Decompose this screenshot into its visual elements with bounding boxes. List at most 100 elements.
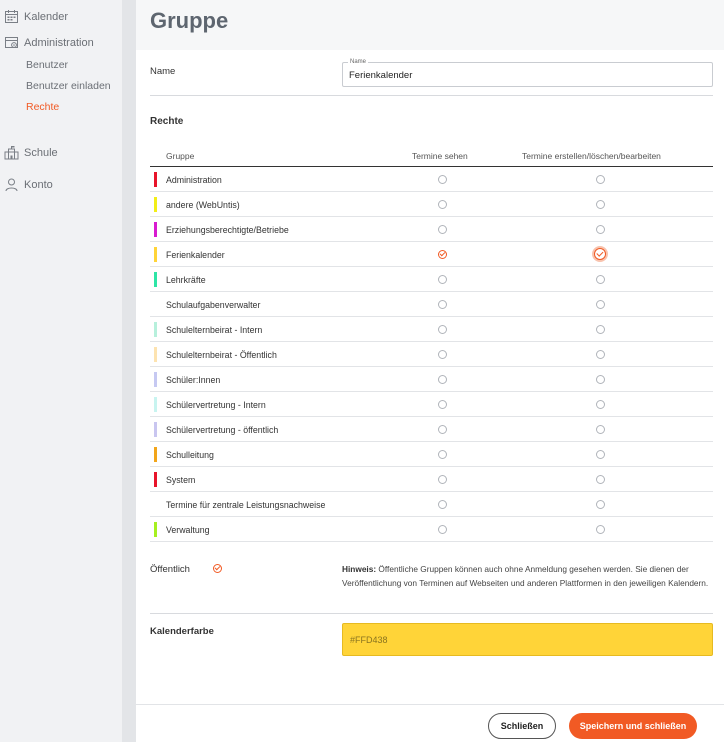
divider xyxy=(150,613,713,614)
sidebar-label-school: Schule xyxy=(24,146,58,159)
edit-events-checkbox[interactable] xyxy=(596,175,605,184)
hint-text: Öffentliche Gruppen können auch ohne Anm… xyxy=(342,564,709,588)
group-name: Schulelternbeirat - Intern xyxy=(166,325,263,335)
table-row: Schülervertretung - öffentlich xyxy=(150,417,713,442)
group-color-bar xyxy=(154,272,157,287)
edit-events-checkbox[interactable] xyxy=(596,375,605,384)
see-events-checkbox[interactable] xyxy=(438,500,447,509)
divider xyxy=(150,95,713,96)
group-name: Schülervertretung - öffentlich xyxy=(166,425,279,435)
edit-events-checkbox[interactable] xyxy=(596,350,605,359)
hint-bold: Hinweis: xyxy=(342,564,377,574)
see-events-checkbox[interactable] xyxy=(438,275,447,284)
group-name: Schüler:Innen xyxy=(166,375,221,385)
group-name: Administration xyxy=(166,175,222,185)
group-name: Termine für zentrale Leistungsnachweise xyxy=(166,500,326,510)
sidebar-item-account[interactable]: Konto xyxy=(4,177,53,192)
column-header-group: Gruppe xyxy=(166,151,195,161)
name-input[interactable]: Name Ferienkalender xyxy=(342,59,713,87)
sidebar-label-administration: Administration xyxy=(24,36,94,49)
sidebar-item-school[interactable]: Schule xyxy=(4,145,58,160)
table-row: Schulleitung xyxy=(150,442,713,467)
name-input-value[interactable]: Ferienkalender xyxy=(349,70,412,81)
see-events-checkbox[interactable] xyxy=(438,175,447,184)
table-row: Schulaufgabenverwalter xyxy=(150,292,713,317)
administration-icon xyxy=(4,35,19,50)
group-color-bar xyxy=(154,347,157,362)
school-icon xyxy=(4,145,19,160)
see-events-checkbox[interactable] xyxy=(438,475,447,484)
see-events-checkbox[interactable] xyxy=(438,425,447,434)
table-row: Ferienkalender xyxy=(150,242,713,267)
see-events-checkbox[interactable] xyxy=(438,350,447,359)
table-row: Schülervertretung - Intern xyxy=(150,392,713,417)
close-button[interactable]: Schließen xyxy=(488,713,556,739)
see-events-checkbox[interactable] xyxy=(438,325,447,334)
sidebar-item-rights[interactable]: Rechte xyxy=(26,101,59,113)
see-events-checkbox[interactable] xyxy=(438,200,447,209)
group-name: Ferienkalender xyxy=(166,250,225,260)
sidebar-item-administration[interactable]: Administration xyxy=(4,35,94,50)
group-color-bar xyxy=(154,197,157,212)
footer-divider xyxy=(136,704,724,705)
group-color-bar xyxy=(154,322,157,337)
public-checkbox[interactable] xyxy=(213,564,222,573)
group-form: Name Name Ferienkalender Rechte Gruppe T… xyxy=(136,50,724,742)
name-input-floating-label: Name xyxy=(348,59,369,65)
edit-events-checkbox[interactable] xyxy=(596,450,605,459)
group-color-bar xyxy=(154,447,157,462)
group-color-bar xyxy=(154,397,157,412)
edit-events-checkbox[interactable] xyxy=(596,200,605,209)
table-row: Schüler:Innen xyxy=(150,367,713,392)
table-row: Verwaltung xyxy=(150,517,713,542)
name-label: Name xyxy=(150,66,176,77)
page-header: Gruppe xyxy=(136,0,724,50)
see-events-checkbox[interactable] xyxy=(438,300,447,309)
save-and-close-button[interactable]: Speichern und schließen xyxy=(569,713,697,739)
group-name: System xyxy=(166,475,196,485)
edit-events-checkbox[interactable] xyxy=(596,400,605,409)
see-events-checkbox[interactable] xyxy=(438,250,447,259)
group-color-bar xyxy=(154,522,157,537)
table-row: andere (WebUntis) xyxy=(150,192,713,217)
see-events-checkbox[interactable] xyxy=(438,225,447,234)
sidebar-item-users[interactable]: Benutzer xyxy=(26,59,68,71)
group-name: Schulaufgabenverwalter xyxy=(166,300,261,310)
table-row: Termine für zentrale Leistungsnachweise xyxy=(150,492,713,517)
table-row: Erziehungsberechtigte/Betriebe xyxy=(150,217,713,242)
see-events-checkbox[interactable] xyxy=(438,450,447,459)
edit-events-checkbox[interactable] xyxy=(596,225,605,234)
see-events-checkbox[interactable] xyxy=(438,375,447,384)
user-icon xyxy=(4,177,19,192)
group-name: Schulleitung xyxy=(166,450,214,460)
edit-events-checkbox[interactable] xyxy=(596,525,605,534)
group-color-bar xyxy=(154,222,157,237)
edit-events-checkbox[interactable] xyxy=(596,500,605,509)
group-color-bar xyxy=(154,172,157,187)
edit-events-checkbox[interactable] xyxy=(596,275,605,284)
sidebar: Kalender Administration Benutzer Benutze… xyxy=(0,0,122,742)
calendar-icon xyxy=(4,9,19,24)
edit-events-checkbox[interactable] xyxy=(596,325,605,334)
sidebar-label-account: Konto xyxy=(24,178,53,191)
edit-events-checkbox[interactable] xyxy=(596,425,605,434)
edit-events-checkbox[interactable] xyxy=(596,300,605,309)
content-gutter xyxy=(122,0,136,742)
public-hint: Hinweis: Öffentliche Gruppen können auch… xyxy=(342,562,717,590)
group-color-bar xyxy=(154,422,157,437)
calendar-color-value[interactable]: #FFD438 xyxy=(350,635,388,645)
group-name: Schülervertretung - Intern xyxy=(166,400,266,410)
edit-events-checkbox[interactable] xyxy=(596,475,605,484)
table-row: Administration xyxy=(150,167,713,192)
table-row: System xyxy=(150,467,713,492)
sidebar-item-calendar[interactable]: Kalender xyxy=(4,9,68,24)
group-name: andere (WebUntis) xyxy=(166,200,240,210)
see-events-checkbox[interactable] xyxy=(438,400,447,409)
calendar-color-input[interactable]: #FFD438 xyxy=(342,623,713,656)
group-name: Erziehungsberechtigte/Betriebe xyxy=(166,225,289,235)
edit-events-checkbox[interactable] xyxy=(594,248,606,260)
sidebar-item-invite-users[interactable]: Benutzer einladen xyxy=(26,80,111,92)
table-row: Lehrkräfte xyxy=(150,267,713,292)
see-events-checkbox[interactable] xyxy=(438,525,447,534)
page-title: Gruppe xyxy=(150,8,229,33)
